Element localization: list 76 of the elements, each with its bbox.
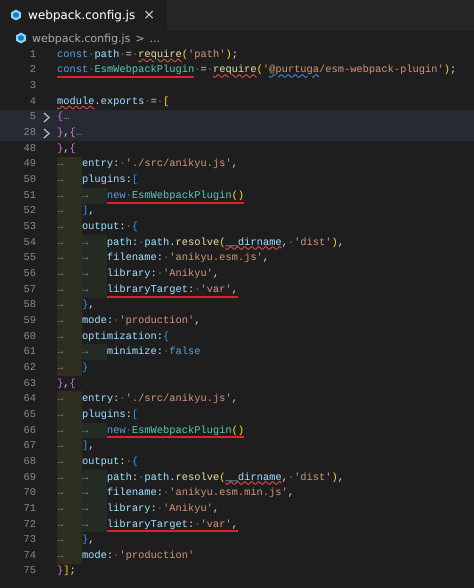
line-number: 53 [22, 221, 36, 234]
code-line: → → path:·path.resolve(__dirname,·'dist'), [57, 234, 344, 251]
line-number: 3 [28, 80, 36, 92]
code-line: → → path:·path.resolve(__dirname,·'dist'), [57, 470, 344, 486]
chevron-icon[interactable] [43, 112, 50, 123]
code-line: },{ [57, 142, 76, 157]
code-line: }]; [57, 564, 76, 580]
code-line: → mode:·'production', [57, 313, 200, 329]
line-number: 4 [28, 96, 36, 108]
code-line: → ], [57, 438, 94, 454]
breadcrumb-separator: > [135, 32, 145, 44]
code-line: → optimization:{ [57, 328, 170, 344]
line-number: 28 [22, 127, 36, 140]
breadcrumb-item[interactable]: webpack.config.js [32, 32, 130, 44]
line-number: 51 [22, 190, 36, 202]
code-line: → → filename:·'anikyu.esm.js', [57, 250, 270, 266]
code-line: → → libraryTarget:·'var', [57, 516, 238, 532]
line-number: 69 [22, 472, 36, 484]
code-line: → → new·EsmWebpackPlugin() [57, 188, 244, 204]
code-line: → entry:·'./src/anikyu.js', [57, 391, 238, 408]
line-number: 74 [22, 550, 36, 562]
code-line: {… [57, 110, 70, 126]
line-number: 72 [22, 518, 36, 531]
line-number: 59 [22, 314, 36, 327]
code-line: → ], [57, 204, 94, 220]
editor-tab[interactable]: webpack.config.js × [0, 0, 168, 30]
line-number: 50 [22, 174, 36, 186]
close-button[interactable]: × [141, 7, 158, 23]
line-number: 56 [22, 268, 36, 280]
line-number: 70 [22, 487, 36, 500]
line-number: 65 [22, 408, 36, 421]
line-number: 57 [22, 284, 36, 296]
code-line: → → filename:·'anikyu.esm.min.js', [57, 485, 294, 502]
line-number: 60 [22, 330, 36, 343]
line-number: 58 [22, 299, 36, 312]
code-line: → output:·{ [57, 454, 138, 470]
code-line: → }, [57, 532, 94, 548]
line-number: 75 [22, 565, 36, 578]
breadcrumb-item[interactable]: ... [150, 32, 160, 44]
code-line: → → new·EsmWebpackPlugin() [57, 422, 244, 438]
line-number: 73 [22, 534, 36, 546]
code-line: → → library:·'Anikyu', [57, 266, 220, 282]
line-number: 61 [22, 346, 36, 358]
code-line: → plugins:[ [57, 172, 138, 188]
line-number: 63 [22, 378, 36, 390]
chevron-icon[interactable] [43, 128, 50, 139]
line-number: 48 [22, 142, 36, 155]
line-number: 62 [22, 362, 36, 374]
line-number: 54 [22, 236, 36, 249]
line-number: 49 [22, 158, 36, 170]
code-line: → → libraryTarget:·'var', [57, 282, 238, 298]
line-number: 68 [22, 456, 36, 468]
line-number: 1 [28, 48, 36, 61]
code-line: → entry:·'./src/anikyu.js', [57, 156, 238, 172]
line-number: 64 [22, 393, 36, 406]
line-number: 71 [22, 502, 36, 515]
code-line: → → library:·'Anikyu', [57, 501, 220, 517]
code-line: → mode:·'production' [57, 548, 194, 564]
code-line: },{ [57, 376, 76, 392]
code-line: → → minimize:·false [57, 344, 200, 360]
file-icon [15, 32, 27, 44]
line-number: 2 [28, 64, 36, 76]
code-line: },{… [57, 126, 82, 141]
code-line: → plugins:[ [57, 407, 138, 423]
line-number: 67 [22, 440, 36, 452]
line-number: 66 [22, 424, 36, 437]
line-number: 5 [28, 111, 36, 124]
line-number: 52 [22, 205, 36, 218]
code-line: const·EsmWebpackPlugin·=·require('@purtuga/esm-webpack-plugin'); [57, 62, 456, 78]
code-line: module.exports·=·[ [57, 94, 170, 110]
file-icon [10, 9, 22, 21]
code-line: → }, [57, 298, 94, 314]
code-line: → } [57, 360, 88, 376]
line-number: 55 [22, 252, 36, 264]
code-line: → output:·{ [57, 219, 138, 235]
code-line: const·path·=·require('path'); [57, 48, 238, 63]
